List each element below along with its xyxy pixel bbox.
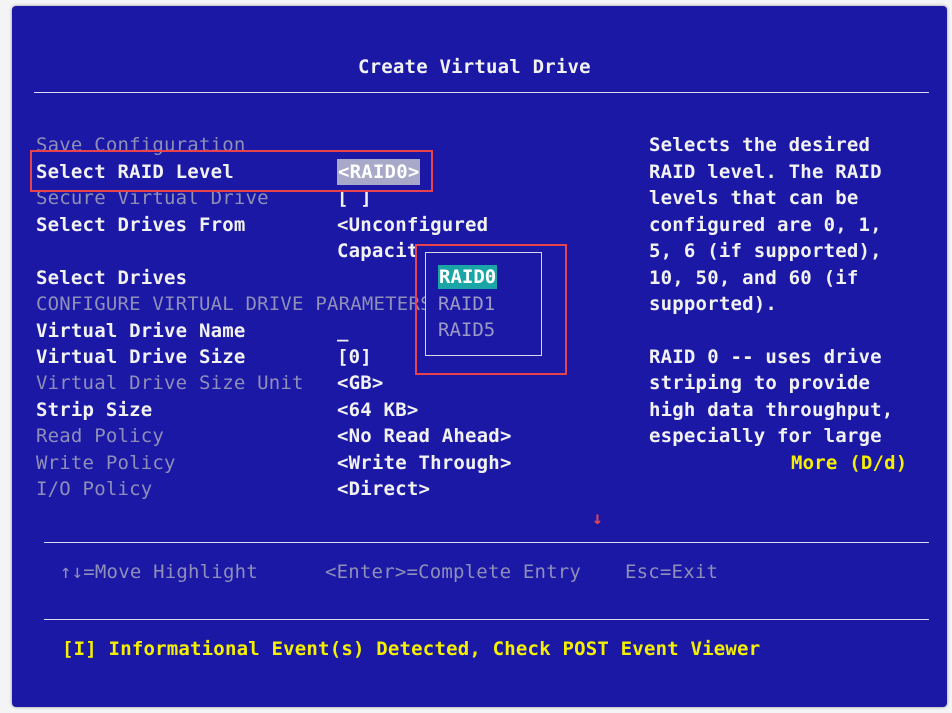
help-text-line: supported).	[649, 293, 778, 315]
complete-entry-hint: <Enter>=Complete Entry	[325, 561, 582, 583]
raid-level-highlight	[30, 150, 433, 192]
io-policy-selector[interactable]: <Direct>	[337, 476, 430, 502]
help-more-indicator: More (D/d)	[791, 452, 908, 474]
configure-params-heading: CONFIGURE VIRTUAL DRIVE PARAMETERS	[36, 293, 432, 315]
help-text-line: RAID level. The RAID	[649, 161, 882, 183]
move-highlight-hint: ↑↓=Move Highlight	[60, 561, 258, 583]
help-text-line: striping to provide	[649, 372, 871, 394]
help-text-line: Selects the desired	[649, 134, 871, 156]
status-divider	[44, 619, 929, 620]
read-policy-label: Read Policy	[36, 425, 165, 447]
help-text-line: levels that can be	[649, 187, 859, 209]
help-text-line: 5, 6 (if supported),	[649, 240, 882, 262]
write-policy-selector[interactable]: <Write Through>	[337, 450, 512, 476]
io-policy-label: I/O Policy	[36, 478, 153, 500]
help-text-line: 10, 50, and 60 (if	[649, 267, 859, 289]
virtual-drive-name-input[interactable]: _	[337, 318, 349, 344]
select-drives-from-value[interactable]: <Unconfigured	[337, 212, 488, 238]
dropdown-highlight	[415, 244, 567, 375]
virtual-drive-size-unit-selector[interactable]: <GB>	[337, 370, 384, 396]
page-title: Create Virtual Drive	[358, 56, 591, 78]
help-text-line: especially for large	[649, 425, 882, 447]
virtual-drive-size-input[interactable]: [0]	[337, 344, 372, 370]
select-drives-from-value-cont[interactable]: Capacit	[337, 238, 418, 264]
nav-divider	[44, 542, 929, 543]
virtual-drive-name-label[interactable]: Virtual Drive Name	[36, 318, 246, 344]
strip-size-selector[interactable]: <64 KB>	[337, 397, 418, 423]
esc-exit-hint: Esc=Exit	[625, 561, 719, 583]
select-drives-from-label[interactable]: Select Drives From	[36, 212, 246, 238]
select-drives-item[interactable]: Select Drives	[36, 265, 187, 291]
scroll-down-arrow-icon[interactable]: ↓	[592, 508, 603, 529]
strip-size-label[interactable]: Strip Size	[36, 397, 152, 423]
virtual-drive-size-unit-label: Virtual Drive Size Unit	[36, 372, 304, 394]
bios-screen: Create Virtual Drive Save Configuration …	[12, 6, 947, 707]
informational-event-status: [I] Informational Event(s) Detected, Che…	[62, 638, 761, 660]
write-policy-label: Write Policy	[36, 452, 176, 474]
read-policy-selector[interactable]: <No Read Ahead>	[337, 423, 512, 449]
help-text-line: high data throughput,	[649, 399, 894, 421]
help-text-line: configured are 0, 1,	[649, 214, 882, 236]
help-text-line: RAID 0 -- uses drive	[649, 346, 882, 368]
virtual-drive-size-label[interactable]: Virtual Drive Size	[36, 344, 246, 370]
title-divider	[34, 92, 929, 93]
